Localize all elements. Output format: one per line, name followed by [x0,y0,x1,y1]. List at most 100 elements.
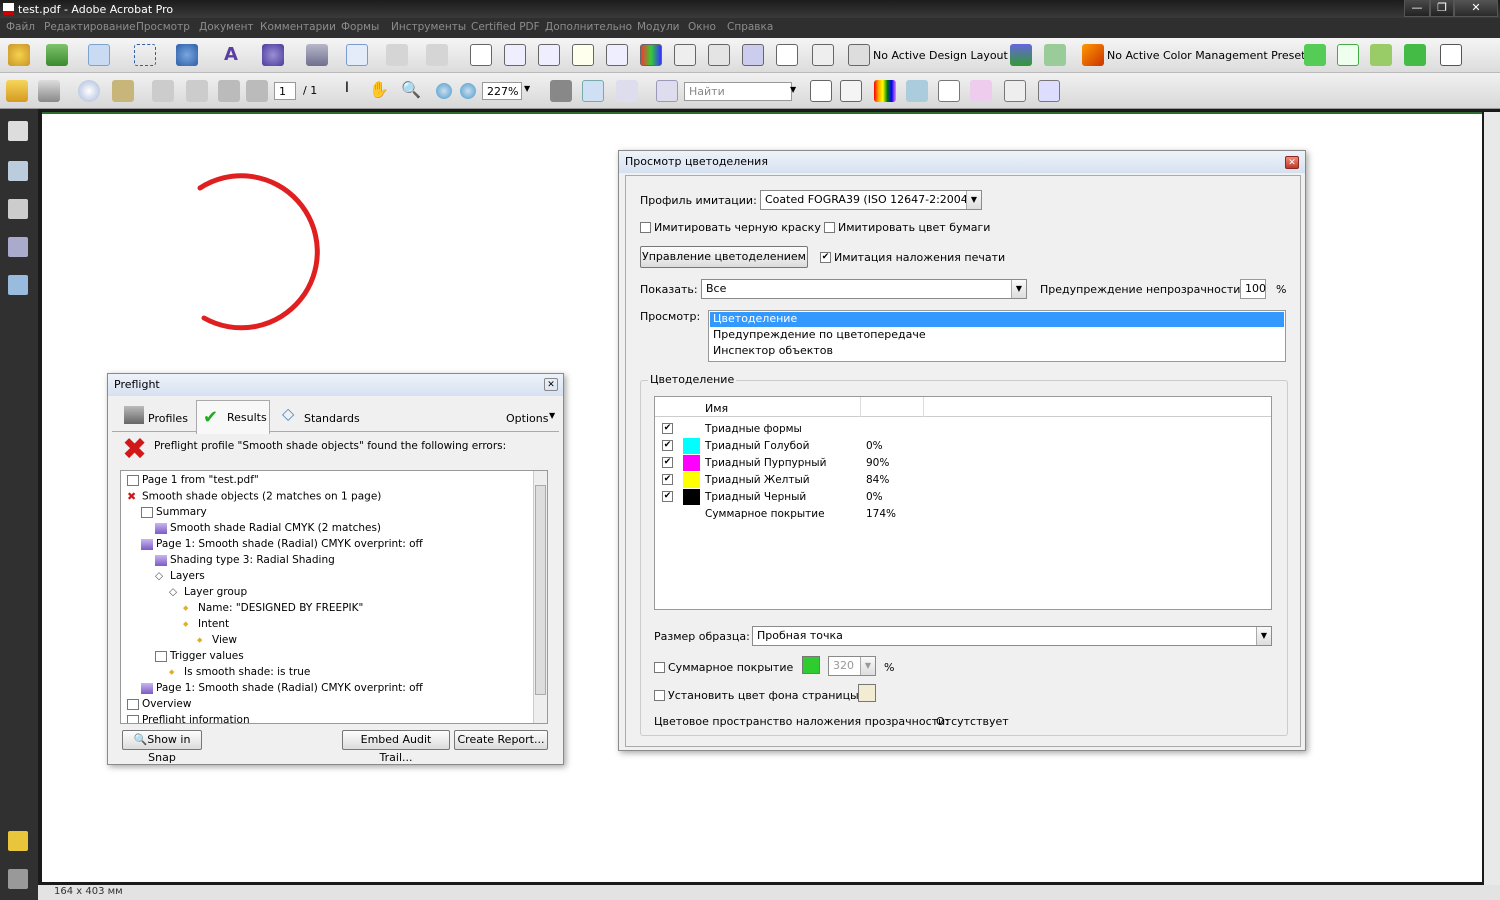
globe-icon[interactable] [538,44,560,66]
color-preset-label[interactable]: No Active Color Management Preset [1107,49,1305,62]
page-background-checkbox[interactable] [654,690,665,701]
layers-panel-icon[interactable] [8,199,28,219]
menu-edit[interactable]: Редактирование [44,21,136,33]
radial-shade-arc[interactable] [172,166,372,366]
layers-icon[interactable] [1404,44,1426,66]
comments-icon[interactable] [8,831,28,851]
add-icon[interactable] [46,44,68,66]
plate-checkbox[interactable]: ✔ [662,423,673,434]
email-icon[interactable] [152,80,174,102]
move-icon[interactable] [176,44,198,66]
tree-node[interactable]: ◇ Layers [155,570,205,582]
separation-icon[interactable] [840,80,862,102]
attachments-icon[interactable] [8,869,28,889]
fit-page-icon[interactable] [582,80,604,102]
hand-icon[interactable]: ✋ [368,80,390,102]
menu-document[interactable]: Документ [199,21,254,33]
zoom-input[interactable]: 227% [482,82,522,100]
tree-node[interactable]: ◆ View [197,634,237,646]
pages-icon[interactable] [8,121,28,141]
close-icon[interactable]: ✕ [544,378,558,391]
camera-icon[interactable] [742,44,764,66]
manage-separations-button[interactable]: Управление цветоделением [640,246,808,268]
convert-colors-icon[interactable] [906,80,928,102]
print-icon[interactable] [674,44,696,66]
menu-window[interactable]: Окно [688,21,716,33]
opacity-input[interactable]: 100 [1240,279,1266,299]
filter-icon[interactable] [606,44,628,66]
page-icon[interactable] [386,44,408,66]
zoom-in-icon[interactable] [460,83,476,99]
tree-node[interactable]: Shading type 3: Radial Shading [155,554,335,566]
tree-scrollbar[interactable] [533,471,547,723]
check-page-icon[interactable] [504,44,526,66]
tree-node[interactable]: Overview [127,698,191,710]
select-arrow-icon[interactable] [88,44,110,66]
embed-audit-button[interactable]: Embed Audit Trail... [342,730,450,764]
color-icon[interactable] [640,44,662,66]
tree-node[interactable]: Smooth shade Radial CMYK (2 matches) [155,522,381,534]
design-layout-label[interactable]: No Active Design Layout [873,49,1008,62]
minimize-button[interactable]: — [1404,0,1430,17]
menu-forms[interactable]: Формы [341,21,379,33]
pdf-page-icon[interactable] [812,44,834,66]
tree-node[interactable]: Page 1: Smooth shade (Radial) CMYK overp… [141,682,423,694]
tree-node[interactable]: Trigger values [155,650,244,662]
object-icon[interactable] [1004,80,1026,102]
total-coverage-checkbox[interactable] [654,662,665,673]
bookmarks-icon[interactable] [8,161,28,181]
arrow-down-icon[interactable] [246,80,268,102]
full-screen-icon[interactable] [616,80,638,102]
scroll-thumb[interactable] [535,485,546,695]
menu-plugins[interactable]: Модули [637,21,680,33]
page-number-input[interactable]: 1 [274,82,296,100]
pattern-icon[interactable] [1370,44,1392,66]
menu-file[interactable]: Файл [6,21,35,33]
touchup-icon[interactable] [1038,80,1060,102]
tree-node[interactable]: ◆ Name: "DESIGNED BY FREEPIK" [183,602,363,614]
sample-size-select[interactable]: Пробная точка ▼ [752,626,1272,646]
search-input[interactable]: Найти [684,82,792,101]
red-arc-shape[interactable] [197,173,320,331]
tab-standards[interactable]: ◇ Standards [282,404,372,430]
printer-icon[interactable] [38,80,60,102]
crosshair-icon[interactable] [1010,44,1032,66]
create-pdf-icon[interactable] [78,80,100,102]
create-report-button[interactable]: Create Report... [454,730,548,750]
zoom-page-icon[interactable] [470,44,492,66]
preview-option-separations[interactable]: Цветоделение [710,312,1284,327]
grid-icon[interactable] [1044,44,1066,66]
crop-icon[interactable] [346,44,368,66]
plate-checkbox[interactable]: ✔ [662,457,673,468]
warning-icon[interactable] [776,44,798,66]
coverage-input[interactable]: 320 ▼ [828,656,876,676]
preview-option-gamut[interactable]: Предупреждение по цветопередаче [713,328,926,341]
menu-advanced[interactable]: Дополнительно [545,21,632,33]
zoom-tool-icon[interactable]: 🔍 [400,80,422,102]
menu-tools[interactable]: Инструменты [391,21,466,33]
search-dropdown-icon[interactable]: ▼ [790,85,796,94]
profile-select[interactable]: Coated FOGRA39 (ISO 12647-2:2004) ▼ [760,190,982,210]
output-preview-icon[interactable] [810,80,832,102]
arrow-up-icon[interactable] [218,80,240,102]
text-select-icon[interactable]: I [336,80,358,102]
tree-node[interactable]: Page 1: Smooth shade (Radial) CMYK overp… [141,538,423,550]
page-edit-icon[interactable] [426,44,448,66]
signatures-icon[interactable] [8,237,28,257]
simulate-paper-checkbox[interactable] [824,222,835,233]
open-folder-icon[interactable] [6,80,28,102]
tree-node[interactable]: Summary [141,506,207,518]
download-icon[interactable] [970,80,992,102]
tree-node[interactable]: Preflight information [127,714,250,723]
maximize-button[interactable]: ❐ [1430,0,1454,17]
plate-checkbox[interactable]: ✔ [662,474,673,485]
pen-icon[interactable] [262,44,284,66]
stamp-icon[interactable] [112,80,134,102]
text-tool-icon[interactable]: A [220,44,242,66]
preview-option-inspector[interactable]: Инспектор объектов [713,344,833,357]
tree-node[interactable]: ◆ Intent [183,618,229,630]
menu-comments[interactable]: Комментарии [260,21,336,33]
settings-icon[interactable] [8,44,30,66]
zoom-dropdown-icon[interactable]: ▼ [524,84,530,93]
model-tree-icon[interactable] [8,275,28,295]
